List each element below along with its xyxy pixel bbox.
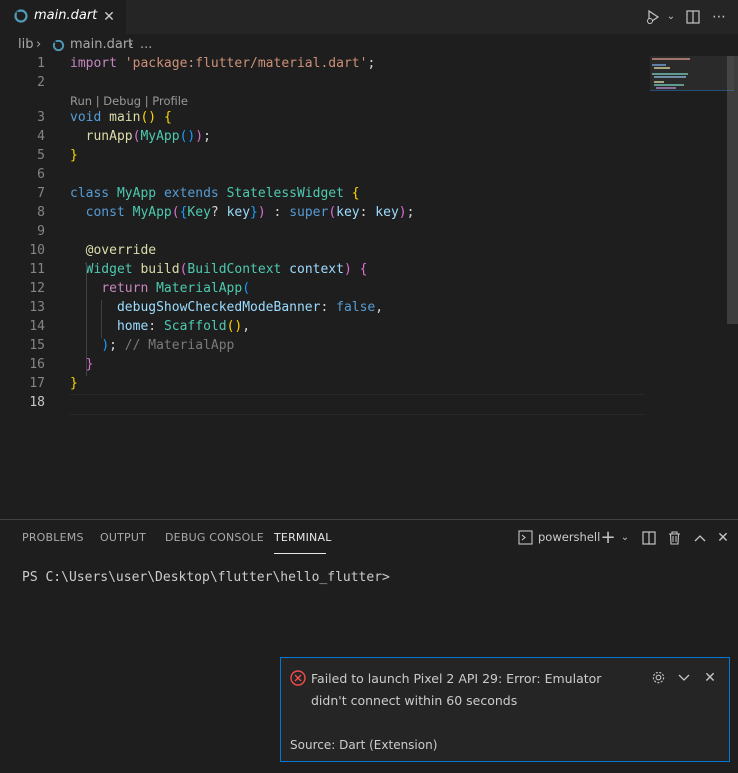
line-number: 9	[37, 224, 45, 239]
terminal-icon	[518, 530, 533, 545]
code-line: class MyApp extends StatelessWidget {	[70, 186, 360, 201]
line-number: 3	[37, 110, 45, 125]
line-number: 2	[37, 75, 45, 90]
breadcrumb-separator: ›	[128, 37, 134, 52]
gear-icon[interactable]	[649, 669, 667, 687]
tab-main-dart[interactable]: main.dart ✕	[0, 0, 126, 34]
tab-debug-console[interactable]: DEBUG CONSOLE	[165, 531, 264, 544]
line-number: 16	[29, 357, 45, 372]
notification-message: Failed to launch Pixel 2 API 29: Error: …	[311, 671, 602, 708]
breadcrumb-separator: ›	[36, 37, 42, 52]
code-line: import 'package:flutter/material.dart';	[70, 56, 376, 71]
more-actions-icon[interactable]: ⋯	[708, 6, 730, 28]
line-number: 14	[29, 319, 45, 334]
tab-terminal[interactable]: TERMINAL	[274, 531, 332, 544]
maximize-panel-icon[interactable]	[691, 528, 709, 548]
breadcrumb-more[interactable]: ...	[140, 37, 152, 52]
breadcrumb-file[interactable]: main.dart	[70, 37, 133, 52]
code-line: }	[70, 148, 78, 163]
split-terminal-icon[interactable]	[640, 528, 658, 548]
close-icon[interactable]: ✕	[714, 528, 732, 548]
code-line: @override	[85, 243, 157, 258]
code-line: return MaterialApp(	[101, 281, 251, 296]
indent-guide	[101, 300, 102, 338]
line-number: 6	[37, 167, 45, 182]
code-lens[interactable]: Run | Debug | Profile	[70, 94, 188, 108]
error-icon	[290, 670, 306, 686]
code-line: const MyApp({Key? key}) : super(key: key…	[85, 205, 415, 220]
line-number: 1	[37, 56, 45, 71]
line-number: 5	[37, 148, 45, 163]
chevron-down-icon[interactable]: ⌄	[660, 6, 682, 28]
close-icon[interactable]: ✕	[100, 8, 118, 26]
code-comment: // MaterialApp	[124, 338, 235, 353]
line-number: 13	[29, 300, 45, 315]
current-line-highlight	[70, 394, 645, 415]
code-line: }	[85, 357, 94, 372]
code-line: Widget build(BuildContext context) {	[85, 262, 368, 277]
line-number: 4	[37, 129, 45, 144]
tab-title: main.dart	[34, 8, 98, 23]
line-number: 10	[29, 243, 45, 258]
code-line: }	[70, 376, 78, 391]
code-line: runApp(MyApp());	[85, 129, 211, 144]
split-editor-icon[interactable]	[682, 6, 704, 28]
chevron-down-icon[interactable]: ⌄	[616, 528, 634, 548]
line-number: 8	[37, 205, 45, 220]
chevron-down-icon[interactable]	[675, 669, 693, 687]
notification-source: Source: Dart (Extension)	[290, 738, 438, 752]
active-tab-indicator	[274, 553, 326, 554]
dart-file-icon	[52, 39, 65, 52]
breadcrumb: lib › main.dart › ...	[0, 34, 738, 56]
editor-tab-bar: main.dart ✕ ⌄ ⋯	[0, 0, 738, 34]
trash-icon[interactable]	[665, 528, 683, 548]
shell-name: powershell	[538, 530, 601, 544]
tab-problems[interactable]: PROBLEMS	[22, 531, 84, 544]
line-number: 18	[29, 395, 45, 410]
editor-scrollbar[interactable]	[727, 56, 738, 324]
plus-icon[interactable]: +	[599, 528, 617, 548]
close-icon[interactable]: ✕	[701, 669, 719, 687]
line-number: 15	[29, 338, 45, 353]
terminal-prompt[interactable]: PS C:\Users\user\Desktop\flutter\hello_f…	[22, 570, 390, 585]
code-line: void main() {	[70, 110, 172, 125]
line-number: 11	[29, 262, 45, 277]
code-line: ); // MaterialApp	[101, 338, 235, 353]
tab-output[interactable]: OUTPUT	[100, 531, 146, 544]
line-number: 17	[29, 376, 45, 391]
dart-file-icon	[14, 9, 28, 23]
code-editor[interactable]: 1 2 3 4 5 6 7 8 9 10 11 12 13 14 15 16 17 18 Run | Debug …	[0, 56, 738, 518]
line-number: 12	[29, 281, 45, 296]
breadcrumb-folder[interactable]: lib	[18, 37, 33, 52]
code-line: debugShowCheckedModeBanner: false,	[116, 300, 384, 315]
line-number: 7	[37, 186, 45, 201]
error-notification: Failed to launch Pixel 2 API 29: Error: …	[280, 657, 730, 762]
indent-guide	[86, 262, 87, 376]
minimap[interactable]	[646, 56, 738, 518]
code-line: home: Scaffold(),	[116, 319, 251, 334]
